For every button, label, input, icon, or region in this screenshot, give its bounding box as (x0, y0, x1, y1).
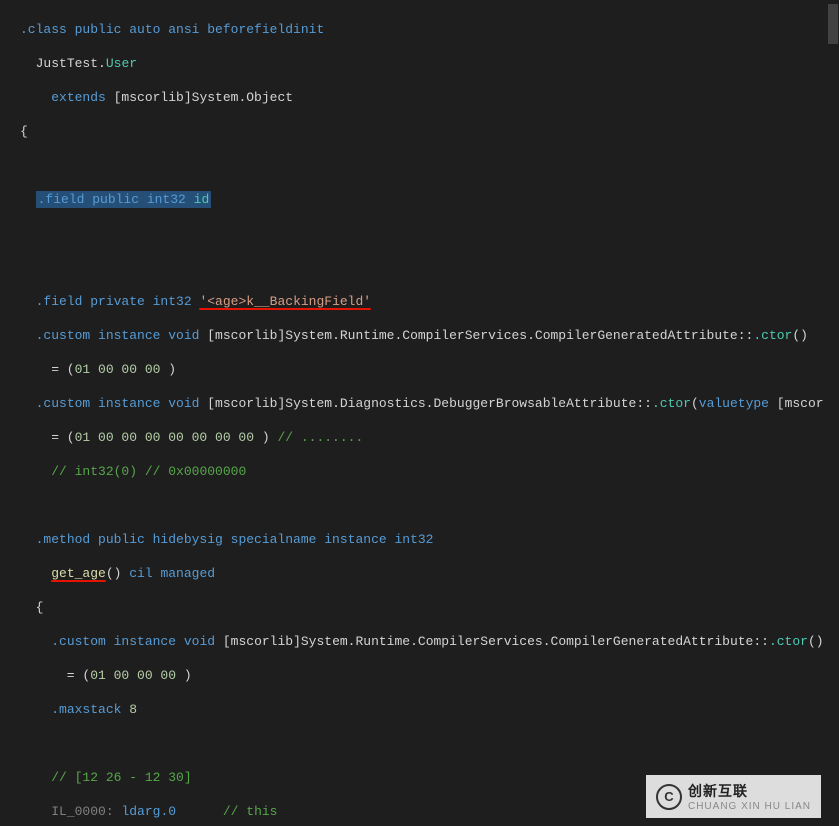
code-line: .field private int32 '<age>k__BackingFie… (20, 293, 839, 310)
code-line: .field public int32 id (20, 191, 839, 208)
watermark-badge: C 创新互联 CHUANG XIN HU LIAN (646, 775, 821, 818)
code-line: .method public hidebysig specialname ins… (20, 531, 839, 548)
code-line: JustTest.User (20, 55, 839, 72)
code-line: // int32(0) // 0x00000000 (20, 463, 839, 480)
code-line: { (20, 123, 839, 140)
code-line (20, 735, 839, 752)
code-line: .maxstack 8 (20, 701, 839, 718)
code-line: .custom instance void [mscorlib]System.R… (20, 633, 839, 650)
watermark-subtitle: CHUANG XIN HU LIAN (688, 801, 811, 812)
code-line: .custom instance void [mscorlib]System.R… (20, 327, 839, 344)
code-line: = (01 00 00 00 ) (20, 667, 839, 684)
code-editor[interactable]: .class public auto ansi beforefieldinit … (0, 0, 839, 826)
code-line: get_age() cil managed (20, 565, 839, 582)
code-line (20, 157, 839, 174)
code-line: extends [mscorlib]System.Object (20, 89, 839, 106)
selection-highlight: .field public int32 id (36, 191, 212, 208)
code-line (20, 225, 839, 242)
code-line: .custom instance void [mscorlib]System.D… (20, 395, 839, 412)
code-line (20, 259, 839, 276)
watermark-logo-icon: C (656, 784, 682, 810)
code-line: .class public auto ansi beforefieldinit (20, 21, 839, 38)
code-line: = (01 00 00 00 ) (20, 361, 839, 378)
code-line: = (01 00 00 00 00 00 00 00 ) // ........ (20, 429, 839, 446)
watermark-title: 创新互联 (688, 781, 811, 801)
scrollbar-thumb[interactable] (828, 4, 838, 44)
code-line: { (20, 599, 839, 616)
code-line (20, 497, 839, 514)
vertical-scrollbar[interactable] (825, 0, 839, 826)
